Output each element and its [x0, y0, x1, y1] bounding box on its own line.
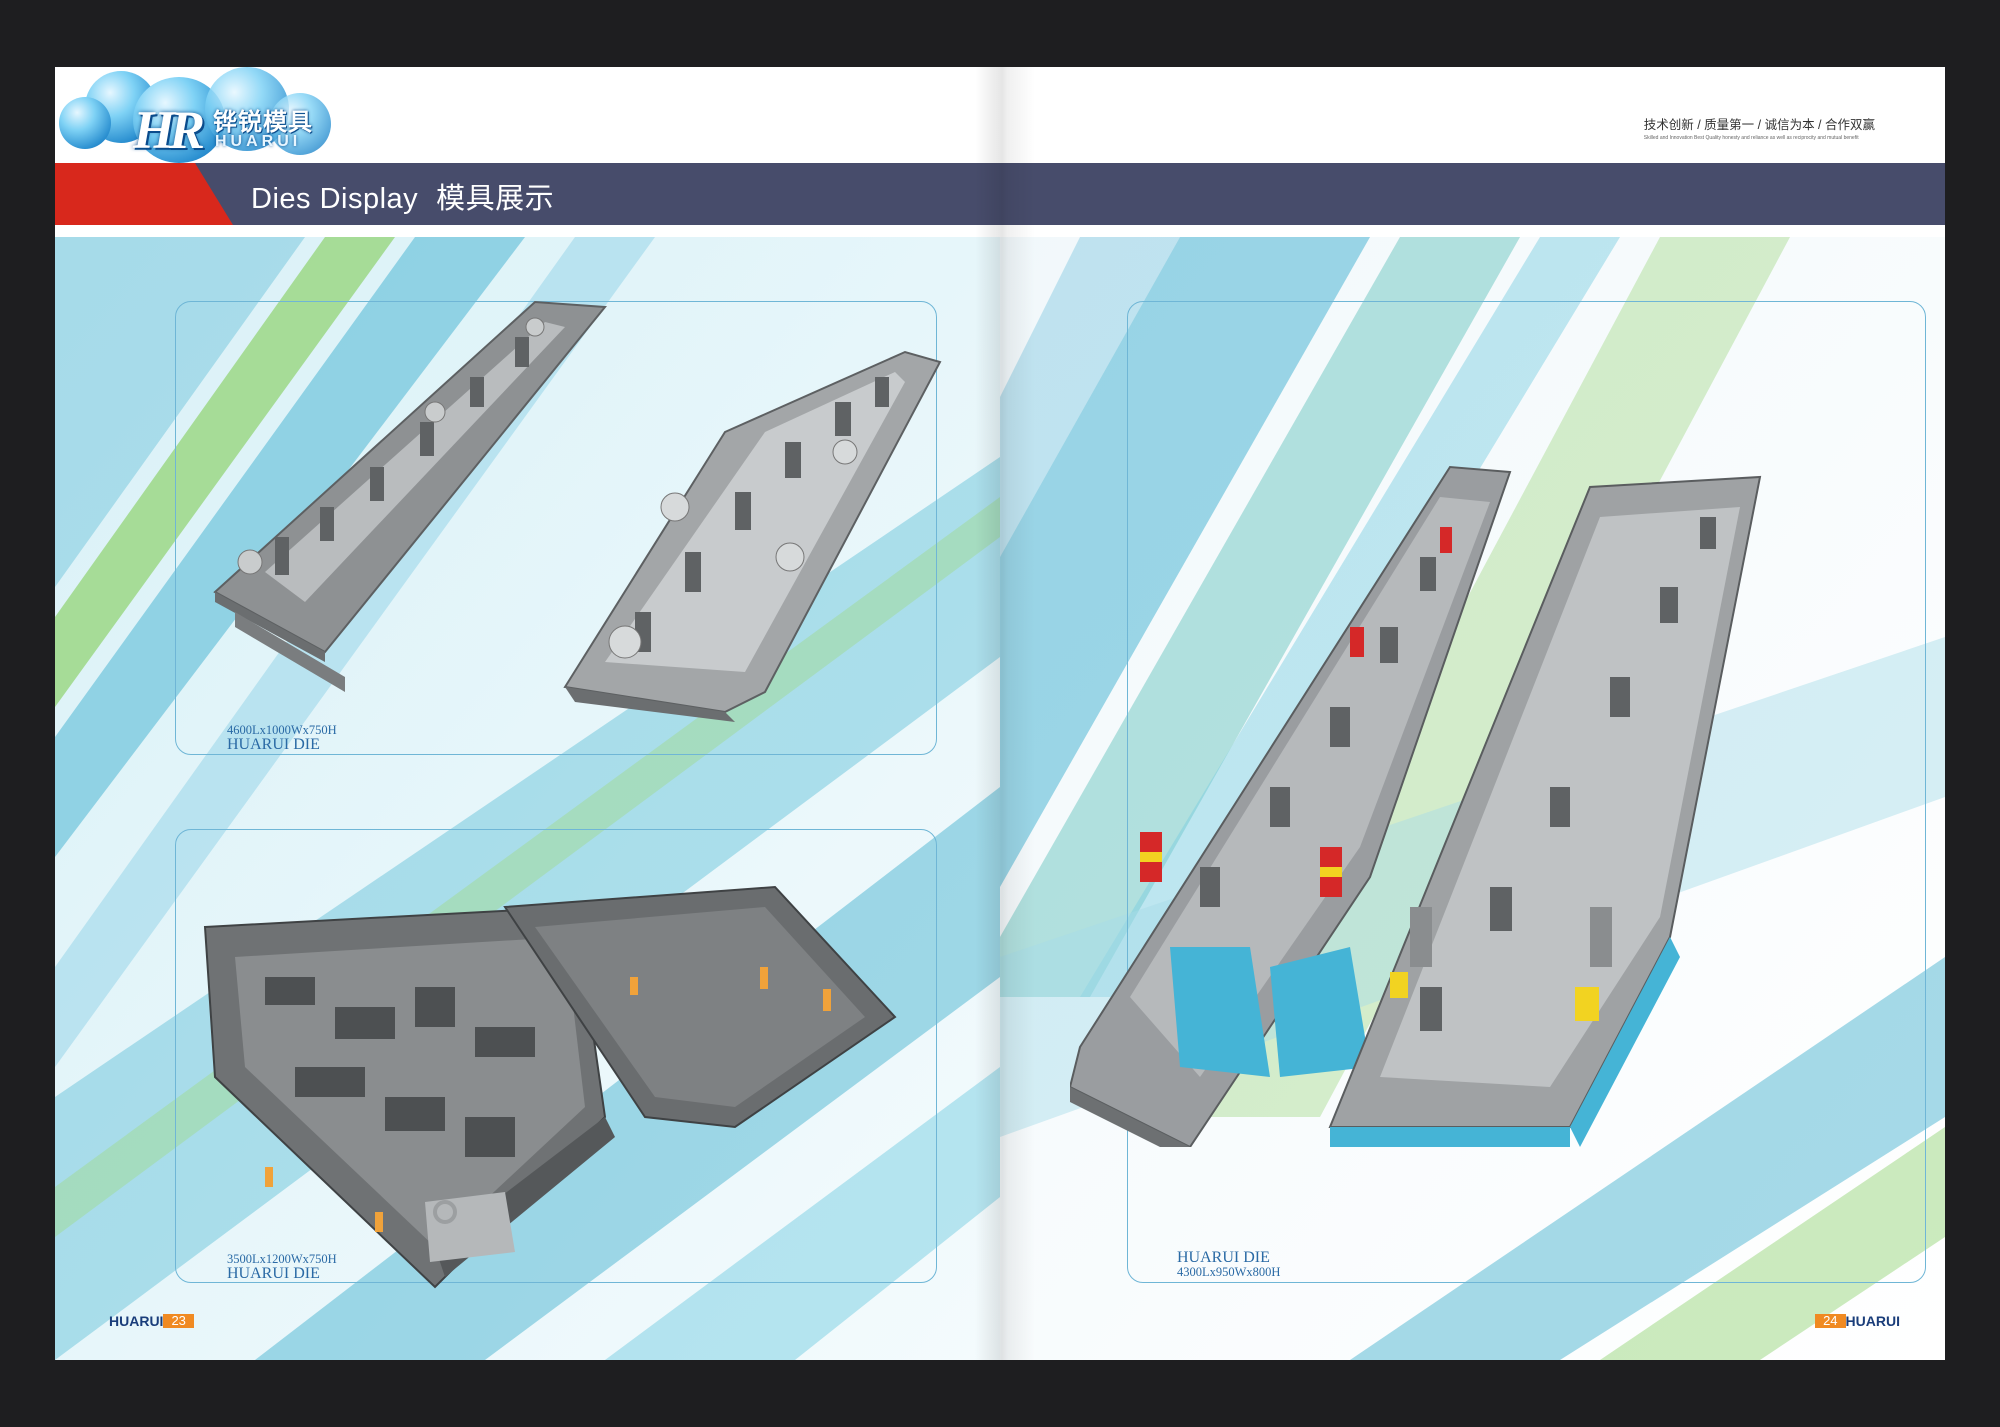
caption-right: HUARUI DIE 4300Lx950Wx800H [1177, 1250, 1280, 1279]
right-page: HUARUI DIE 4300Lx950Wx800H 24 HUARUI [1000, 67, 1945, 1360]
slogan-cn: 技术创新 / 质量第一 / 诚信为本 / 合作双赢 [1643, 118, 1875, 132]
caption-right-dims: 4300Lx950Wx800H [1177, 1265, 1281, 1279]
slogan: 技术创新 / 质量第一 / 诚信为本 / 合作双赢 Skilled and In… [1644, 114, 1875, 141]
slogan-en: Skilled and Innovation Best Quality hone… [1643, 135, 1859, 141]
footer-brand: HUARUI [1845, 1313, 1900, 1329]
caption-top-dims: 4600Lx1000Wx750H [227, 723, 337, 737]
footer-brand: HUARUI [109, 1313, 164, 1329]
caption-top: 4600Lx1000Wx750H HUARUI DIE [227, 724, 337, 753]
caption-bottom: 3500Lx1200Wx750H HUARUI DIE [227, 1253, 337, 1282]
die-photo-blue-base-pair [1070, 465, 1762, 1147]
page-number: 24 [1815, 1314, 1846, 1328]
section-title: Dies Display 模具展示 [251, 175, 554, 217]
logo-name-en: HUARUI [215, 133, 302, 150]
brochure-spread: 4600Lx1000Wx750H HUARUI DIE 3500Lx1200Wx… [55, 67, 1945, 1360]
caption-top-name: HUARUI DIE [227, 735, 320, 753]
company-logo: HR 铧锐模具 HUARUI [55, 67, 355, 163]
caption-bottom-dims: 3500Lx1200Wx750H [227, 1252, 337, 1266]
right-footer: 24 HUARUI [1815, 1313, 1900, 1329]
section-title-cn: 模具展示 [436, 183, 555, 215]
die-photo-progressive-pair [213, 300, 942, 722]
logo-letters: HR [133, 100, 205, 160]
left-footer: HUARUI 23 [109, 1313, 194, 1329]
page-number: 23 [163, 1314, 194, 1328]
left-page: 4600Lx1000Wx750H HUARUI DIE 3500Lx1200Wx… [55, 67, 1000, 1360]
caption-bottom-name: HUARUI DIE [227, 1264, 320, 1282]
logo-name-cn: 铧锐模具 [213, 109, 313, 136]
caption-right-name: HUARUI DIE [1177, 1249, 1270, 1266]
section-title-en: Dies Display [251, 183, 419, 215]
